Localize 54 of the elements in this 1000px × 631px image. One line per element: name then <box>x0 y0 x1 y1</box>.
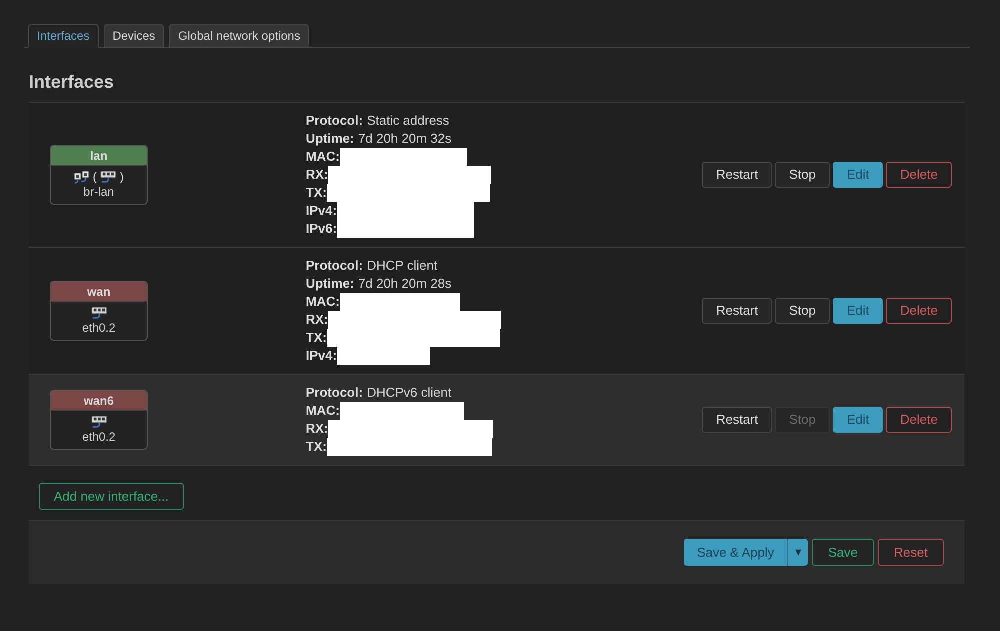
detail-label: RX: <box>306 166 328 184</box>
dropdown-toggle-button[interactable]: ▾ <box>787 539 808 566</box>
edit-button[interactable]: Edit <box>833 407 884 433</box>
save-apply-button[interactable]: Save & Apply <box>684 539 788 566</box>
detail-label: MAC: <box>306 402 340 420</box>
detail-label: TX: <box>306 329 327 347</box>
delete-button[interactable]: Delete <box>886 298 952 324</box>
save-button[interactable]: Save <box>812 539 874 566</box>
interface-name: wan6 <box>51 391 147 411</box>
detail-label: IPv6: <box>306 220 338 238</box>
ethernet-port-icon <box>90 306 108 320</box>
detail-label: RX: <box>306 311 328 329</box>
detail-label: IPv4: <box>306 202 338 220</box>
detail-label: Protocol: <box>306 112 364 130</box>
device-name: eth0.2 <box>82 430 116 445</box>
detail-label: MAC: <box>306 293 340 311</box>
delete-button[interactable]: Delete <box>886 162 952 188</box>
restart-button[interactable]: Restart <box>702 407 772 433</box>
reset-button[interactable]: Reset <box>878 539 944 566</box>
section-heading: Interfaces <box>29 71 116 94</box>
detail-label: Uptime: <box>306 130 354 148</box>
restart-button[interactable]: Restart <box>702 298 772 324</box>
detail-label: MAC: <box>306 148 340 166</box>
detail-value: 7d 20h 20m 32s <box>358 130 452 148</box>
detail-label: Protocol: <box>306 384 364 402</box>
restart-button[interactable]: Restart <box>702 162 772 188</box>
detail-value: Static address <box>367 112 450 130</box>
interface-name: wan <box>51 282 147 302</box>
detail-label: TX: <box>306 438 327 456</box>
detail-label: Uptime: <box>306 275 354 293</box>
detail-label: RX: <box>306 420 328 438</box>
ethernet-port-icon <box>90 416 108 428</box>
device-name: eth0.2 <box>82 321 116 336</box>
edit-button[interactable]: Edit <box>833 298 884 324</box>
delete-button[interactable]: Delete <box>886 407 952 433</box>
tab[interactable]: Interfaces <box>28 24 99 48</box>
device-name: br-lan <box>84 185 114 200</box>
stop-button[interactable]: Stop <box>775 298 830 324</box>
bridge-icon <box>74 170 90 184</box>
detail-value: DHCPv6 client <box>367 384 452 402</box>
detail-label: IPv4: <box>306 347 338 365</box>
bracket-text: ) <box>120 169 124 185</box>
detail-value: DHCP client <box>367 257 438 275</box>
detail-label: Protocol: <box>306 257 364 275</box>
tab[interactable]: Global network options <box>169 24 310 48</box>
add-interface-button[interactable]: Add new interface... <box>39 483 184 510</box>
ethernet-port-icon <box>100 170 117 184</box>
bracket-text: ( <box>93 169 97 185</box>
edit-button[interactable]: Edit <box>833 162 884 188</box>
tab[interactable]: Devices <box>104 24 164 48</box>
detail-label: TX: <box>306 184 327 202</box>
interface-name: lan <box>51 146 147 166</box>
detail-value: 7d 20h 20m 28s <box>358 275 452 293</box>
stop-button[interactable]: Stop <box>775 162 830 188</box>
